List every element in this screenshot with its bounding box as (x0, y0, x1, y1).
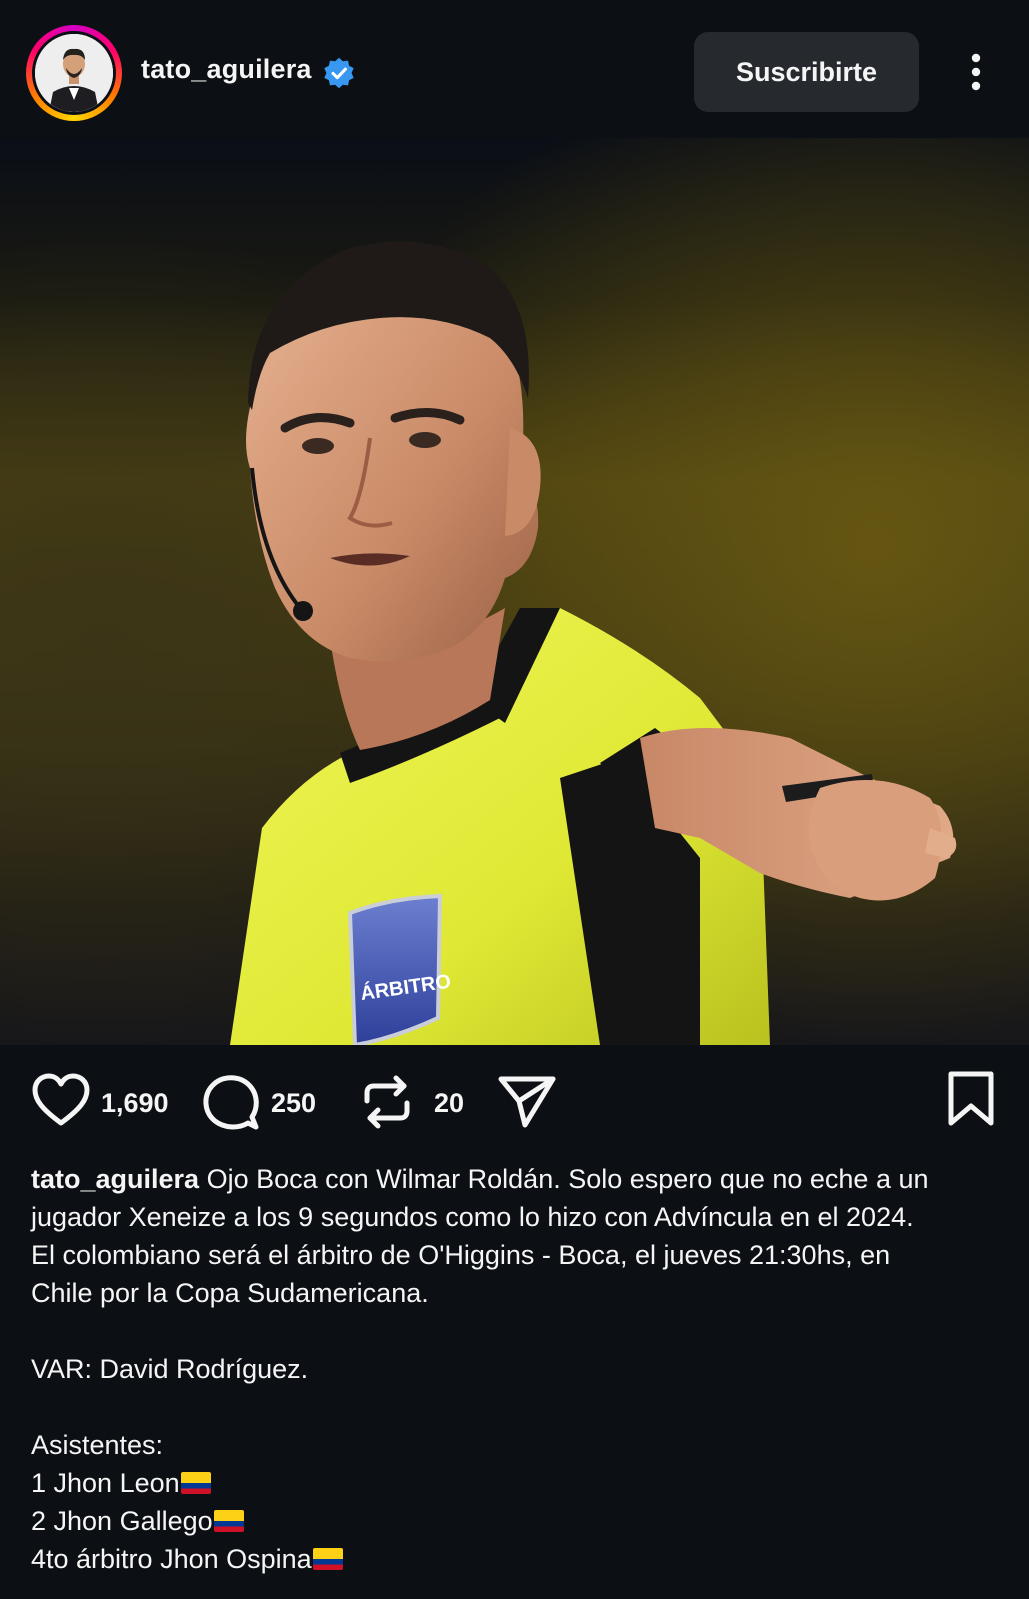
heart-icon[interactable] (32, 1073, 90, 1127)
likes-count[interactable]: 1,690 (101, 1088, 169, 1119)
subscribe-button[interactable]: Suscribirte (694, 32, 919, 112)
caption-line: Chile por la Copa Sudamericana. (31, 1278, 429, 1308)
colombia-flag-icon (213, 1510, 244, 1532)
caption-fourth-official: 4to árbitro Jhon Ospina (31, 1540, 1006, 1578)
colombia-flag-icon (180, 1472, 211, 1494)
caption-line: tato_aguilera Ojo Boca con Wilmar Roldán… (31, 1160, 1006, 1198)
post-header: tato_aguilera Suscribirte (0, 0, 1029, 138)
referee-photo: ÁRBITRO (0, 138, 1029, 1045)
colombia-flag-icon (312, 1548, 343, 1570)
username[interactable]: tato_aguilera (141, 54, 312, 85)
post-image[interactable]: ÁRBITRO (0, 138, 1029, 1045)
repost-icon[interactable] (362, 1073, 412, 1131)
caption-username[interactable]: tato_aguilera (31, 1164, 199, 1194)
verified-badge-icon (324, 57, 354, 89)
caption-assistants-header: Asistentes: (31, 1430, 164, 1460)
caption-line: El colombiano será el árbitro de O'Higgi… (31, 1240, 891, 1270)
reposts-count[interactable]: 20 (434, 1088, 464, 1119)
comments-count[interactable]: 250 (271, 1088, 316, 1119)
avatar[interactable] (32, 31, 116, 115)
avatar-photo (35, 34, 113, 112)
caption-line: jugador Xeneize a los 9 segundos como lo… (31, 1202, 914, 1232)
assistant-name: 1 Jhon Leon (31, 1468, 180, 1498)
bookmark-icon[interactable] (946, 1070, 996, 1128)
story-ring[interactable] (26, 25, 122, 121)
comment-icon[interactable] (202, 1073, 260, 1131)
caption-assistant-1: 1 Jhon Leon (31, 1464, 1006, 1502)
post-caption: tato_aguilera Ojo Boca con Wilmar Roldán… (31, 1160, 1006, 1578)
caption-text: Ojo Boca con Wilmar Roldán. Solo espero … (206, 1164, 929, 1194)
fourth-official-name: 4to árbitro Jhon Ospina (31, 1544, 312, 1574)
assistant-name: 2 Jhon Gallego (31, 1506, 213, 1536)
caption-assistant-2: 2 Jhon Gallego (31, 1502, 1006, 1540)
share-icon[interactable] (497, 1073, 557, 1129)
caption-var: VAR: David Rodríguez. (31, 1354, 309, 1384)
more-options-icon[interactable] (958, 50, 994, 94)
